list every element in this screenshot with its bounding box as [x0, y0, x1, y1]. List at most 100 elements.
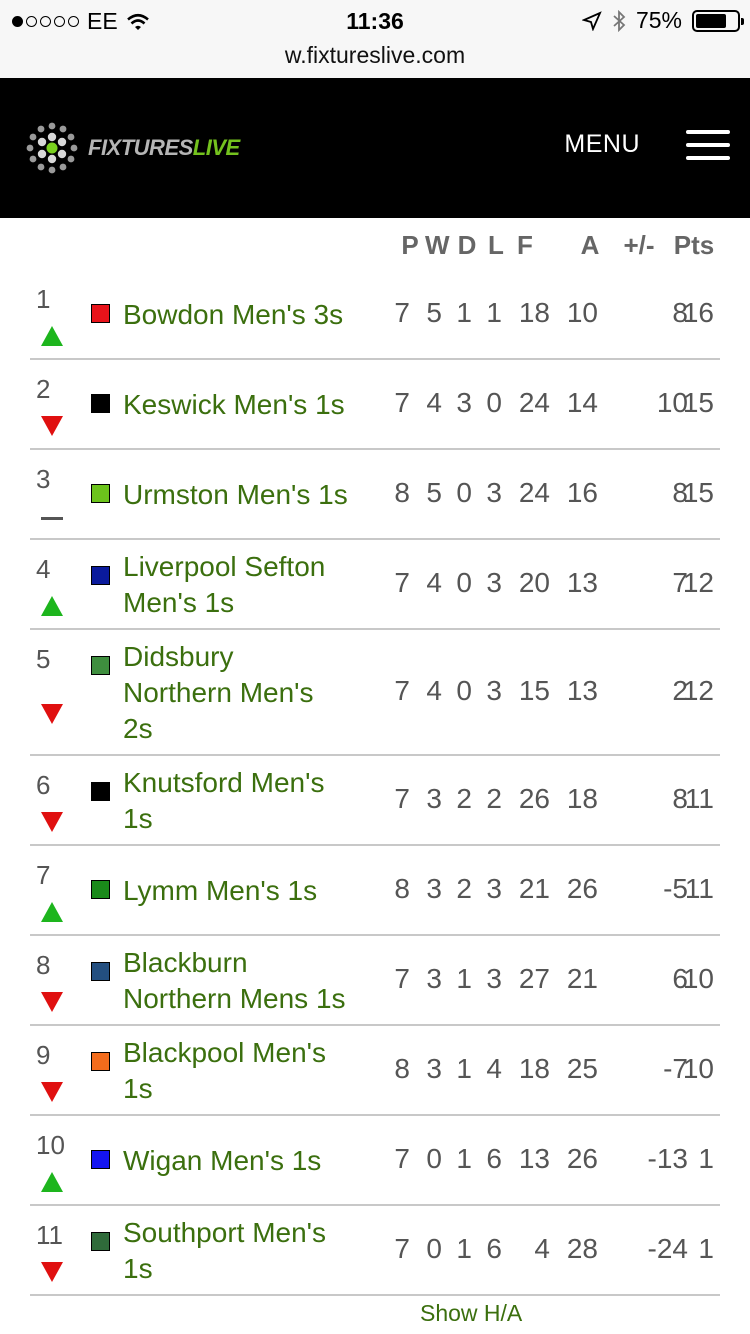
goals-against-value: 25 [566, 1053, 598, 1084]
lost-value: 6 [486, 1233, 502, 1264]
col-pts-header: Pts [673, 230, 715, 260]
won-value: 5 [426, 297, 442, 328]
position-number: 2 [36, 374, 51, 404]
team-name-link[interactable]: Lymm Men's 1s [123, 873, 383, 909]
team-name-link[interactable]: Knutsford Men's 1s [123, 765, 383, 837]
table-row[interactable]: 11 Southport Men's 1s 7 0 1 6 4 28 -24 1 [30, 1206, 720, 1296]
team-name-line: Southport Men's [123, 1217, 327, 1248]
team-name-line: Didsbury [123, 641, 234, 672]
table-row[interactable]: 9 Blackpool Men's 1s 8 3 1 4 18 25 -7 10 [30, 1026, 720, 1116]
hamburger-menu-icon[interactable] [686, 130, 730, 160]
show-ha-link[interactable]: Show H/A [420, 1300, 522, 1327]
goals-for-value: 18 [518, 1053, 550, 1084]
battery-icon [692, 9, 744, 32]
team-name-link[interactable]: Didsbury Northern Men's 2s [123, 639, 383, 747]
trend-up-icon [41, 902, 63, 922]
table-row[interactable]: 5 Didsbury Northern Men's 2s 7 4 0 3 15 13 2 12 [30, 630, 720, 756]
played-value: 7 [394, 387, 410, 418]
goals-for-value: 20 [518, 567, 550, 598]
team-name-line: Men's 1s [123, 587, 235, 618]
table-row[interactable]: 7 Lymm Men's 1s 8 3 2 3 21 26 -5 11 [30, 846, 720, 936]
team-name-line: 1s [123, 1073, 153, 1104]
won-value: 3 [426, 963, 442, 994]
lost-value: 1 [486, 297, 502, 328]
goal-difference-value: -24 [647, 1233, 688, 1264]
logo-text: FIXTURESLIVE [88, 135, 240, 160]
team-name-link[interactable]: Wigan Men's 1s [123, 1143, 383, 1179]
played-value: 7 [394, 675, 410, 706]
team-name-line: Blackburn [123, 947, 248, 978]
table-row[interactable]: 6 Knutsford Men's 1s 7 3 2 2 26 18 8 11 [30, 756, 720, 846]
won-value: 0 [426, 1233, 442, 1264]
lost-value: 0 [486, 387, 502, 418]
played-value: 8 [394, 477, 410, 508]
team-name-line: Lymm Men's 1s [123, 875, 318, 906]
team-name-link[interactable]: Blackpool Men's 1s [123, 1035, 383, 1107]
team-name-link[interactable]: Southport Men's 1s [123, 1215, 383, 1287]
table-row[interactable]: 2 Keswick Men's 1s 7 4 3 0 24 14 10 15 [30, 360, 720, 450]
points-value: 11 [684, 873, 714, 904]
played-value: 7 [394, 783, 410, 814]
lost-value: 4 [486, 1053, 502, 1084]
goal-difference-value: -13 [647, 1143, 688, 1174]
played-value: 7 [394, 297, 410, 328]
team-name-link[interactable]: Bowdon Men's 3s [123, 297, 383, 333]
goals-for-value: 24 [518, 477, 550, 508]
trend-same-icon [41, 517, 63, 520]
team-color-swatch [91, 484, 110, 503]
team-name-link[interactable]: Liverpool Sefton Men's 1s [123, 549, 383, 621]
team-color-swatch [91, 1232, 110, 1251]
team-name-link[interactable]: Blackburn Northern Mens 1s [123, 945, 383, 1017]
goals-against-value: 13 [566, 675, 598, 706]
team-name-line: 1s [123, 1253, 153, 1284]
goals-against-value: 10 [566, 297, 598, 328]
won-value: 0 [426, 1143, 442, 1174]
status-right: 75% [581, 7, 744, 34]
team-name-line: Keswick Men's 1s [123, 389, 345, 420]
drawn-value: 2 [456, 783, 472, 814]
drawn-value: 1 [456, 297, 472, 328]
position-number: 9 [36, 1040, 51, 1070]
position-number: 11 [36, 1220, 63, 1250]
points-value: 15 [682, 477, 714, 508]
table-row[interactable]: 4 Liverpool Sefton Men's 1s 7 4 0 3 20 13 7 12 [30, 540, 720, 630]
team-name-line: Blackpool Men's [123, 1037, 326, 1068]
col-a-header: A [580, 230, 600, 260]
points-value: 10 [682, 963, 714, 994]
team-name-line: Wigan Men's 1s [123, 1145, 322, 1176]
lost-value: 6 [486, 1143, 502, 1174]
menu-label[interactable]: MENU [564, 130, 640, 159]
table-body: 1 Bowdon Men's 3s 7 5 1 1 18 10 8 16 2 Keswick Men'… [30, 270, 720, 1296]
goals-for-value: 21 [518, 873, 550, 904]
drawn-value: 0 [456, 477, 472, 508]
fixtureslive-logo[interactable]: FIXTURESLIVE [22, 118, 240, 178]
won-value: 5 [426, 477, 442, 508]
table-row[interactable]: 1 Bowdon Men's 3s 7 5 1 1 18 10 8 16 [30, 270, 720, 360]
league-table: P W D L F A +/- Pts 1 Bowdon Men's 3s 7 5 1 1 18 10 8 16… [30, 218, 720, 1296]
team-name-link[interactable]: Keswick Men's 1s [123, 387, 383, 423]
team-color-swatch [91, 782, 110, 801]
won-value: 3 [426, 873, 442, 904]
col-l-header: L [488, 230, 504, 260]
team-name-line: Knutsford Men's [123, 767, 325, 798]
lost-value: 3 [486, 675, 502, 706]
goals-for-value: 13 [518, 1143, 550, 1174]
table-row[interactable]: 10 Wigan Men's 1s 7 0 1 6 13 26 -13 1 [30, 1116, 720, 1206]
team-color-swatch [91, 880, 110, 899]
played-value: 7 [394, 1143, 410, 1174]
goals-against-value: 26 [566, 1143, 598, 1174]
col-f-header: F [517, 230, 533, 260]
position-number: 8 [36, 950, 51, 980]
bluetooth-icon [613, 9, 626, 32]
points-value: 12 [682, 675, 714, 706]
points-value: 1 [698, 1233, 714, 1264]
logo-ball-icon [26, 122, 78, 174]
won-value: 4 [426, 675, 442, 706]
team-name-link[interactable]: Urmston Men's 1s [123, 477, 383, 513]
url-bar[interactable]: w.fixtureslive.com [0, 40, 750, 78]
team-color-swatch [91, 1150, 110, 1169]
table-row[interactable]: 3 Urmston Men's 1s 8 5 0 3 24 16 8 15 [30, 450, 720, 540]
table-row[interactable]: 8 Blackburn Northern Mens 1s 7 3 1 3 27 21 6 10 [30, 936, 720, 1026]
team-color-swatch [91, 962, 110, 981]
won-value: 3 [426, 783, 442, 814]
